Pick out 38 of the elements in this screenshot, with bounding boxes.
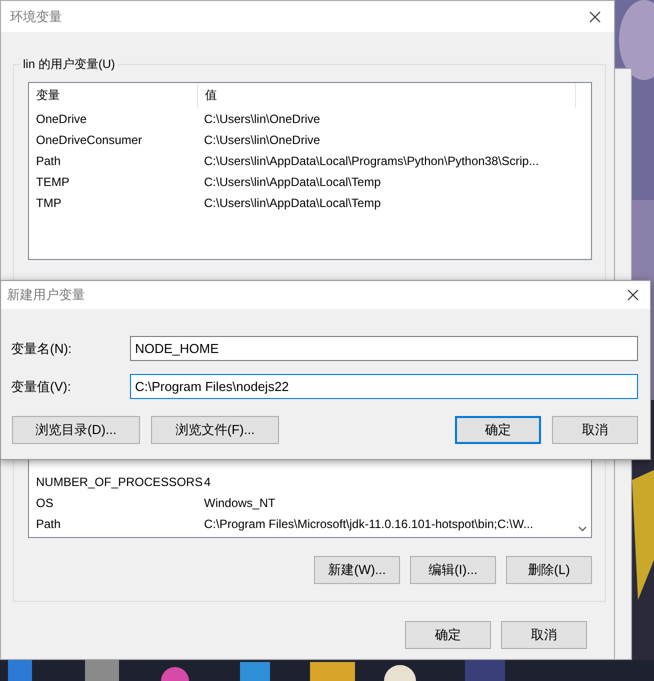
app-icon[interactable] xyxy=(384,665,416,681)
button[interactable]: 新建(W)... xyxy=(314,556,400,584)
chevron-down-icon[interactable] xyxy=(578,526,587,532)
button[interactable]: 取消 xyxy=(552,416,638,444)
table-cell-text: OneDrive xyxy=(35,112,88,126)
button[interactable]: 取消 xyxy=(501,621,587,649)
table-cell-text: C:\Users\lin\OneDrive xyxy=(203,132,322,146)
table-cell-text: Path xyxy=(35,516,62,530)
button[interactable]: 编辑(I)... xyxy=(410,556,496,584)
column-header[interactable]: 值 xyxy=(198,83,576,108)
table-cell-text: NUMBER_OF_PROCESSORS xyxy=(35,474,203,488)
table-cell-text: Path xyxy=(35,154,62,168)
table-cell-text: OneDriveConsumer xyxy=(35,132,144,146)
table-cell-text: C:\Users\lin\AppData\Local\Temp xyxy=(203,174,382,188)
button[interactable]: 确定 xyxy=(405,621,491,649)
input-field[interactable]: C:\Program Files\nodejs22 xyxy=(130,374,638,399)
input-field[interactable]: NODE_HOME xyxy=(130,336,638,361)
table-cell-text: Windows_NT xyxy=(203,496,276,510)
window-title: 环境变量 xyxy=(10,8,62,26)
group-label: lin 的用户变量(U) xyxy=(20,56,118,73)
field-label: 变量名(N): xyxy=(11,340,73,358)
close-icon xyxy=(627,289,639,301)
button[interactable]: 浏览目录(D)... xyxy=(12,416,140,444)
column-header[interactable]: 变量 xyxy=(29,83,198,108)
table-cell-text: 4 xyxy=(203,474,212,488)
table-cell-text: C:\Users\lin\AppData\Local\Programs\Python\Python38\Scrip... xyxy=(203,154,540,168)
table-cell-text: C:\Program Files\Microsoft\jdk-11.0.16.101-hotspot\bin;C:\W... xyxy=(203,516,534,530)
table-cell-text: TMP xyxy=(35,196,62,210)
close-icon xyxy=(589,10,601,22)
button[interactable]: 浏览文件(F)... xyxy=(151,416,279,444)
button[interactable]: 确定 xyxy=(455,416,541,444)
table-cell-text: TEMP xyxy=(35,174,70,188)
button[interactable]: 删除(L) xyxy=(506,556,592,584)
field-label: 变量值(V): xyxy=(11,378,72,396)
table-cell-text: C:\Users\lin\OneDrive xyxy=(203,112,322,126)
table-cell-text: OS xyxy=(35,496,54,510)
table-cell-text: C:\Users\lin\AppData\Local\Temp xyxy=(203,196,382,210)
dialog-title: 新建用户变量 xyxy=(7,286,85,304)
